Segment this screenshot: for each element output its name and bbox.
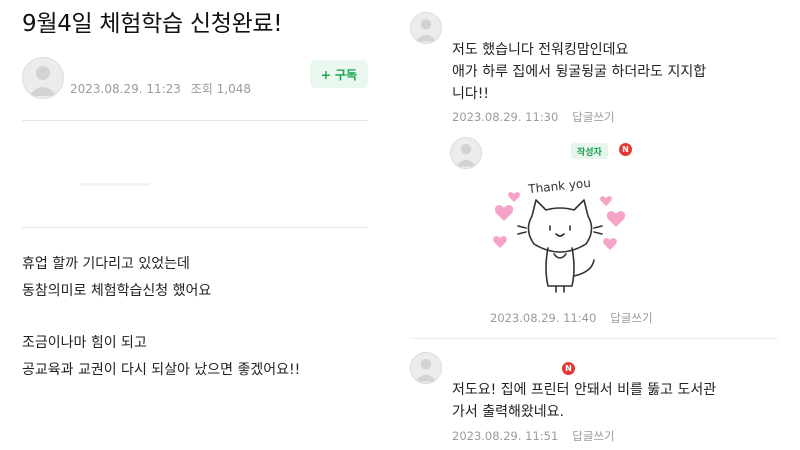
- post-meta: 2023.08.29. 11:23 조회 1,048: [70, 80, 251, 97]
- reply-link[interactable]: 답글쓰기: [572, 110, 614, 124]
- comment-meta: 2023.08.29. 11:51 답글쓰기: [452, 428, 615, 444]
- commenter-avatar[interactable]: [410, 12, 442, 44]
- default-profile-icon: [29, 66, 57, 96]
- comment-date: 2023.08.29. 11:30: [452, 110, 559, 124]
- post-body-line: 조금이나마 힘이 되고: [22, 335, 147, 351]
- writer-badge: 작성자: [571, 143, 608, 159]
- divider: [22, 227, 368, 228]
- comment-text: 가서 출력해왔네요.: [452, 404, 564, 420]
- subscribe-button[interactable]: + 구독: [310, 60, 368, 88]
- comment-text: 니다!!: [452, 86, 489, 102]
- post-views: 조회 1,048: [190, 82, 251, 96]
- new-badge: N: [619, 143, 632, 156]
- comment-text: 애가 하루 집에서 뒹굴뒹굴 하더라도 지지합: [452, 64, 707, 80]
- comment-meta: 2023.08.29. 11:40 답글쓰기: [490, 310, 653, 326]
- default-profile-icon: [455, 144, 477, 167]
- faint-line: [80, 183, 150, 186]
- reply-link[interactable]: 답글쓰기: [572, 429, 614, 443]
- post-body-line: 휴업 할까 기다리고 있었는데: [22, 256, 190, 272]
- comment-text: 저도 했습니다 전워킹맘인데요: [452, 42, 629, 58]
- new-badge: N: [562, 362, 575, 375]
- author-avatar[interactable]: [22, 57, 64, 99]
- divider: [410, 338, 778, 339]
- post-body-line: 공교육과 교권이 다시 되살아 났으면 좋겠어요!!: [22, 362, 301, 378]
- post-body-line: 동참의미로 체험학습신청 했어요: [22, 283, 212, 299]
- comment-date: 2023.08.29. 11:40: [490, 311, 597, 325]
- comment-date: 2023.08.29. 11:51: [452, 429, 559, 443]
- sticker-text: Thank you: [527, 176, 592, 197]
- default-profile-icon: [415, 359, 437, 382]
- commenter-avatar[interactable]: [410, 352, 442, 384]
- comment-meta: 2023.08.29. 11:30 답글쓰기: [452, 109, 615, 125]
- writer-avatar[interactable]: [450, 137, 482, 169]
- default-profile-icon: [415, 19, 437, 42]
- cat-sticker-icon: Thank you: [493, 176, 626, 293]
- reply-link[interactable]: 답글쓰기: [610, 311, 652, 325]
- divider: [22, 120, 368, 121]
- post-date: 2023.08.29. 11:23: [70, 82, 181, 96]
- comment-text: 저도요! 집에 프린터 안돼서 비를 뚫고 도서관: [452, 382, 717, 398]
- post-title: 9월4일 체험학습 신청완료!: [22, 11, 283, 37]
- post-panel: 9월4일 체험학습 신청완료! 2023.08.29. 11:23 조회 1,0…: [0, 0, 390, 450]
- comments-panel: 저도 했습니다 전워킹맘인데요 애가 하루 집에서 뒹굴뒹굴 하더라도 지지합 …: [390, 0, 800, 450]
